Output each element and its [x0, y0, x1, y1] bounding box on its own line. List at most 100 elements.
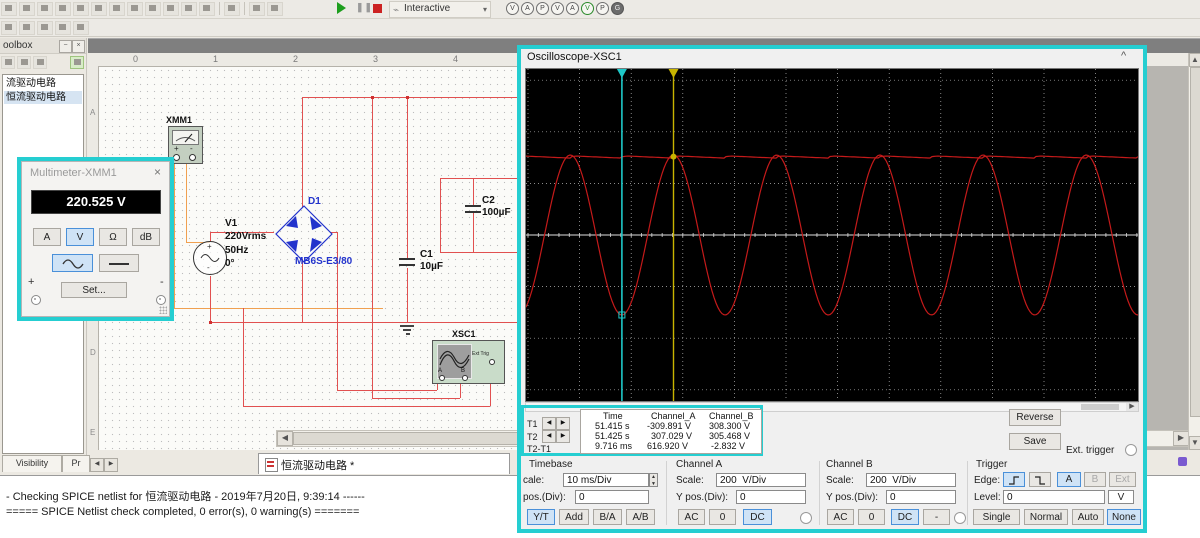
simulation-mode-dropdown[interactable]: ⌁ Interactive ▾ [389, 1, 491, 18]
postprocessor-icon[interactable] [37, 21, 53, 35]
timebase-pos-input[interactable] [575, 490, 649, 504]
tab-scroll-left-icon[interactable]: ◀ [90, 458, 104, 472]
voltage-probe-icon[interactable]: V [506, 2, 519, 15]
scroll-left-icon[interactable]: ◀ [277, 431, 293, 446]
tab-visibility[interactable]: Visibility [2, 455, 62, 472]
v1-ref-label[interactable]: V1 [225, 218, 237, 229]
scroll-down-icon[interactable]: ▼ [1189, 436, 1200, 450]
tab-scroll-right-icon[interactable]: ▶ [104, 458, 118, 472]
place-misc-digital-icon[interactable] [127, 2, 143, 16]
scroll-up-icon[interactable]: ▲ [1189, 53, 1200, 67]
yt-button[interactable]: Y/T [527, 509, 555, 525]
trigger-level-unit[interactable]: V [1108, 490, 1134, 504]
reverse-button[interactable]: Reverse [1009, 409, 1061, 426]
trigger-a-button[interactable]: A [1057, 472, 1081, 487]
place-mixed-icon[interactable] [145, 2, 161, 16]
falling-edge-button[interactable] [1029, 472, 1051, 487]
copy-icon[interactable] [33, 56, 47, 69]
scrollbar-thumb[interactable] [1081, 404, 1119, 410]
tab-project[interactable]: Pr [62, 455, 90, 472]
c2-ref-label[interactable]: C2 [482, 195, 495, 206]
place-diode-icon[interactable] [37, 2, 53, 16]
current-probe-icon[interactable]: A [521, 2, 534, 15]
t2-right-icon[interactable]: ▶ [556, 430, 570, 443]
trigger-b-button[interactable]: B [1084, 472, 1106, 487]
xsc1-symbol[interactable]: Ext Trig A B [432, 340, 505, 384]
open-folder-icon[interactable] [17, 56, 31, 69]
place-ttl-icon[interactable] [91, 2, 107, 16]
c1-ref-label[interactable]: C1 [420, 249, 433, 260]
channel-a-pos-input[interactable] [736, 490, 806, 504]
canvas-vertical-scrollbar[interactable]: ▲ ▼ [1188, 53, 1200, 450]
channel-a-scale-input[interactable] [716, 473, 806, 487]
ba-button[interactable]: B/A [593, 509, 622, 525]
t1-left-icon[interactable]: ◀ [542, 417, 556, 430]
voltmeter-button[interactable]: V [66, 228, 94, 246]
channel-a-zero-button[interactable]: 0 [709, 509, 736, 525]
analysis-icon[interactable] [19, 21, 35, 35]
rising-edge-button[interactable] [1003, 472, 1025, 487]
place-power-icon[interactable] [181, 2, 197, 16]
multimeter-window[interactable]: Multimeter-XMM1 × 220.525 V A V Ω dB + -… [17, 157, 174, 321]
channel-b-radio[interactable] [954, 512, 966, 524]
set-button[interactable]: Set... [61, 282, 127, 298]
stop-button[interactable] [373, 4, 382, 13]
run-button[interactable] [337, 2, 351, 15]
snapshot-icon[interactable] [70, 56, 84, 69]
scroll-right-icon[interactable]: ▶ [1173, 431, 1188, 446]
channel-b-scale-input[interactable] [866, 473, 956, 487]
toolbox-close-icon[interactable]: × [72, 40, 85, 53]
place-analog-icon[interactable] [73, 2, 89, 16]
channel-b-dc-button[interactable]: DC [891, 509, 919, 525]
cursor-t2-handle-icon[interactable] [668, 69, 679, 78]
oscilloscope-window[interactable]: Oscilloscope-XSC1 ^ ▶ T1 ◀ ▶ T2 ◀ ▶ T2-T… [517, 45, 1147, 533]
tree-item-project[interactable]: 流驱动电路 [4, 77, 82, 90]
current-probe2-icon[interactable]: A [566, 2, 579, 15]
d1-part-label[interactable]: MB6S-E3/80 [295, 256, 352, 267]
d1-ref-label[interactable]: D1 [308, 196, 321, 207]
spinner-icon[interactable]: ▲ ▼ [649, 473, 658, 487]
channel-a-ac-button[interactable]: AC [678, 509, 705, 525]
auto-button[interactable]: Auto [1072, 509, 1104, 525]
ext-trigger-radio[interactable] [1125, 444, 1137, 456]
trigger-level-input[interactable] [1003, 490, 1105, 504]
scroll-right-icon[interactable]: ▶ [1126, 403, 1138, 411]
resize-grip[interactable] [159, 306, 167, 314]
channel-b-ac-button[interactable]: AC [827, 509, 854, 525]
probe-settings-icon[interactable]: G [611, 2, 624, 15]
add-button[interactable]: Add [559, 509, 589, 525]
ac-mode-button[interactable] [52, 254, 93, 272]
channel-b-minus-button[interactable]: - [923, 509, 950, 525]
db-button[interactable]: dB [132, 228, 160, 246]
channel-b-pos-input[interactable] [886, 490, 956, 504]
normal-button[interactable]: Normal [1024, 509, 1068, 525]
channel-b-zero-button[interactable]: 0 [858, 509, 885, 525]
trigger-ext-button[interactable]: Ext [1109, 472, 1136, 487]
place-source-icon[interactable] [1, 2, 17, 16]
ab-button[interactable]: A/B [626, 509, 655, 525]
capture-icon[interactable] [73, 21, 89, 35]
single-button[interactable]: Single [973, 509, 1020, 525]
power-probe-icon[interactable]: P [536, 2, 549, 15]
ohmmeter-button[interactable]: Ω [99, 228, 127, 246]
report-icon[interactable] [55, 21, 71, 35]
cursor-t1-handle-icon[interactable] [616, 69, 627, 78]
place-cmos-icon[interactable] [109, 2, 125, 16]
xsc1-ref-label[interactable]: XSC1 [452, 329, 476, 339]
v1-symbol[interactable]: + - [193, 241, 227, 275]
pause-button[interactable]: ❚❚ [356, 2, 373, 13]
d1-symbol[interactable] [274, 204, 334, 264]
channel-a-radio[interactable] [800, 512, 812, 524]
save-button[interactable]: Save [1009, 433, 1061, 450]
place-basic-icon[interactable] [19, 2, 35, 16]
digital-probe-icon[interactable]: P [596, 2, 609, 15]
t2-left-icon[interactable]: ◀ [542, 430, 556, 443]
ammeter-button[interactable]: A [33, 228, 61, 246]
toolbox-pin-icon[interactable]: − [59, 40, 72, 53]
voltage-ref-probe-icon[interactable]: V [581, 2, 594, 15]
place-misc-icon[interactable] [199, 2, 215, 16]
dc-mode-button[interactable] [99, 254, 139, 272]
place-connector-icon[interactable] [267, 2, 283, 16]
grapher-icon[interactable] [1, 21, 17, 35]
place-indicator-icon[interactable] [163, 2, 179, 16]
